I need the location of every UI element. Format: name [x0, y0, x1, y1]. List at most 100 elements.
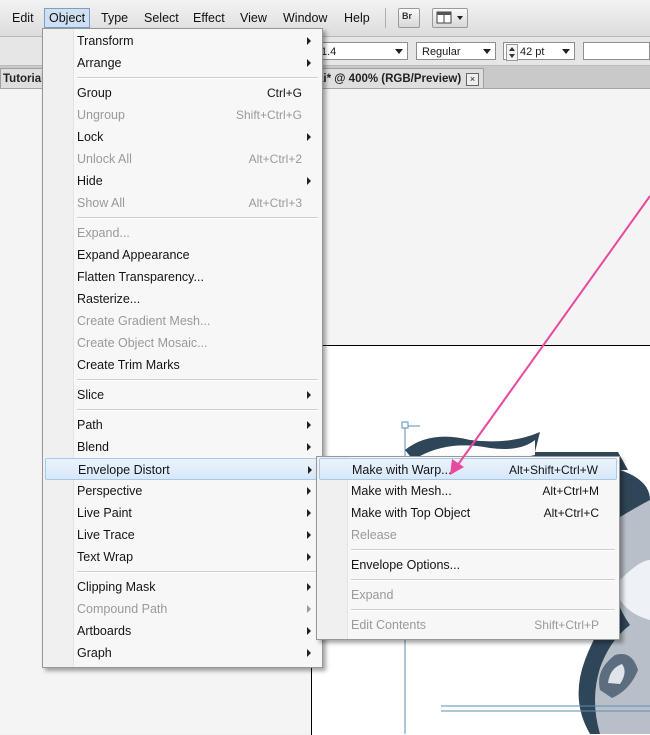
- submenu-item-edit-contents: Edit Contents Shift+Ctrl+P: [317, 614, 619, 636]
- menu-item-label: Make with Warp...: [352, 463, 452, 477]
- envelope-distort-submenu: Make with Warp... Alt+Shift+Ctrl+W Make wi…: [316, 456, 620, 640]
- submenu-arrow-icon: [307, 531, 311, 539]
- menu-item-label: Arrange: [77, 56, 122, 70]
- menu-item-compound-path: Compound Path: [43, 598, 322, 620]
- menu-item-label: Artboards: [77, 624, 132, 638]
- menu-item-label: Slice: [77, 388, 105, 402]
- menu-item-label: Unlock All: [77, 152, 132, 166]
- menu-item-blend[interactable]: Blend: [43, 436, 322, 458]
- menu-item-label: Show All: [77, 196, 125, 210]
- menu-item-label: Live Trace: [77, 528, 135, 542]
- menu-item-label: Create Trim Marks: [77, 358, 180, 372]
- submenu-arrow-icon: [307, 443, 311, 451]
- submenu-arrow-icon: [307, 583, 311, 591]
- menu-separator: [77, 409, 318, 411]
- menu-item-slice[interactable]: Slice: [43, 384, 322, 406]
- submenu-arrow-icon: [307, 487, 311, 495]
- menu-item-show-all: Show All Alt+Ctrl+3: [43, 192, 322, 214]
- menu-item-transform[interactable]: Transform: [43, 30, 322, 52]
- submenu-arrow-icon: [307, 391, 311, 399]
- menu-item-label: Envelope Options...: [351, 558, 461, 572]
- menu-item-group[interactable]: Group Ctrl+G: [43, 82, 322, 104]
- submenu-arrow-icon: [307, 649, 311, 657]
- menu-item-shortcut: Shift+Ctrl+P: [534, 618, 599, 632]
- submenu-arrow-icon: [307, 133, 311, 141]
- submenu-arrow-icon: [307, 627, 311, 635]
- menu-item-create-trim-marks[interactable]: Create Trim Marks: [43, 354, 322, 376]
- menu-separator: [351, 549, 615, 551]
- menu-item-create-object-mosaic: Create Object Mosaic...: [43, 332, 322, 354]
- menu-item-hide[interactable]: Hide: [43, 170, 322, 192]
- menu-item-clipping-mask[interactable]: Clipping Mask: [43, 576, 322, 598]
- menu-item-label: Blend: [77, 440, 109, 454]
- submenu-arrow-icon: [307, 37, 311, 45]
- menu-item-text-wrap[interactable]: Text Wrap: [43, 546, 322, 568]
- menu-item-flatten-transparency[interactable]: Flatten Transparency...: [43, 266, 322, 288]
- submenu-arrow-icon: [308, 466, 312, 474]
- menu-separator: [351, 579, 615, 581]
- submenu-item-make-with-top-object[interactable]: Make with Top Object Alt+Ctrl+C: [317, 502, 619, 524]
- menu-item-shortcut: Alt+Ctrl+C: [543, 506, 599, 520]
- menu-item-label: Flatten Transparency...: [77, 270, 204, 284]
- submenu-item-make-with-warp[interactable]: Make with Warp... Alt+Shift+Ctrl+W: [319, 458, 617, 480]
- menu-item-rasterize[interactable]: Rasterize...: [43, 288, 322, 310]
- menu-item-ungroup: Ungroup Shift+Ctrl+G: [43, 104, 322, 126]
- submenu-arrow-icon: [307, 177, 311, 185]
- menu-item-unlock-all: Unlock All Alt+Ctrl+2: [43, 148, 322, 170]
- menu-item-label: Rasterize...: [77, 292, 141, 306]
- menu-item-label: Release: [351, 528, 397, 542]
- menu-item-label: Graph: [77, 646, 112, 660]
- menu-item-shortcut: Alt+Ctrl+M: [542, 484, 599, 498]
- submenu-item-expand: Expand: [317, 584, 619, 606]
- menu-item-label: Clipping Mask: [77, 580, 156, 594]
- menu-item-label: Perspective: [77, 484, 143, 498]
- menu-item-shortcut: Alt+Shift+Ctrl+W: [508, 463, 598, 477]
- menu-separator: [77, 379, 318, 381]
- menu-item-label: Text Wrap: [77, 550, 134, 564]
- menu-item-path[interactable]: Path: [43, 414, 322, 436]
- menu-separator: [77, 571, 318, 573]
- menu-item-label: Ungroup: [77, 108, 125, 122]
- menu-item-label: Lock: [77, 130, 104, 144]
- menu-item-shortcut: Alt+Ctrl+3: [248, 196, 302, 210]
- menu-item-arrange[interactable]: Arrange: [43, 52, 322, 74]
- selection-handle[interactable]: [401, 421, 409, 429]
- menu-item-label: Live Paint: [77, 506, 132, 520]
- object-menu: Transform Arrange Group Ctrl+G Ungroup Shift+…: [42, 28, 323, 668]
- menu-item-label: Edit Contents: [351, 618, 427, 632]
- menu-item-live-paint[interactable]: Live Paint: [43, 502, 322, 524]
- menu-item-create-gradient-mesh: Create Gradient Mesh...: [43, 310, 322, 332]
- menu-item-label: Hide: [77, 174, 103, 188]
- menu-item-lock[interactable]: Lock: [43, 126, 322, 148]
- menu-item-label: Path: [77, 418, 103, 432]
- submenu-arrow-icon: [307, 421, 311, 429]
- menu-item-label: Envelope Distort: [78, 463, 170, 477]
- submenu-item-release: Release: [317, 524, 619, 546]
- menu-item-label: Expand Appearance: [77, 248, 190, 262]
- menu-item-expand-appearance[interactable]: Expand Appearance: [43, 244, 322, 266]
- menu-item-label: Expand...: [77, 226, 130, 240]
- menu-separator: [77, 77, 318, 79]
- menu-item-label: Expand: [351, 588, 394, 602]
- menu-item-shortcut: Ctrl+G: [266, 86, 302, 100]
- menu-item-shortcut: Shift+Ctrl+G: [235, 108, 302, 122]
- menu-item-label: Make with Top Object: [351, 506, 471, 520]
- submenu-item-envelope-options[interactable]: Envelope Options...: [317, 554, 619, 576]
- menu-item-label: Create Object Mosaic...: [77, 336, 208, 350]
- menu-item-envelope-distort[interactable]: Envelope Distort: [45, 458, 320, 480]
- menu-item-artboards[interactable]: Artboards: [43, 620, 322, 642]
- submenu-item-make-with-mesh[interactable]: Make with Mesh... Alt+Ctrl+M: [317, 480, 619, 502]
- menu-separator: [77, 217, 318, 219]
- menu-item-label: Compound Path: [77, 602, 168, 616]
- menu-item-label: Transform: [77, 34, 134, 48]
- menu-item-label: Create Gradient Mesh...: [77, 314, 211, 328]
- menu-item-label: Group: [77, 86, 112, 100]
- submenu-arrow-icon: [307, 605, 311, 613]
- menu-item-label: Make with Mesh...: [351, 484, 452, 498]
- menu-item-perspective[interactable]: Perspective: [43, 480, 322, 502]
- menu-item-live-trace[interactable]: Live Trace: [43, 524, 322, 546]
- menu-item-expand: Expand...: [43, 222, 322, 244]
- menu-separator: [351, 609, 615, 611]
- menu-item-shortcut: Alt+Ctrl+2: [248, 152, 302, 166]
- menu-item-graph[interactable]: Graph: [43, 642, 322, 664]
